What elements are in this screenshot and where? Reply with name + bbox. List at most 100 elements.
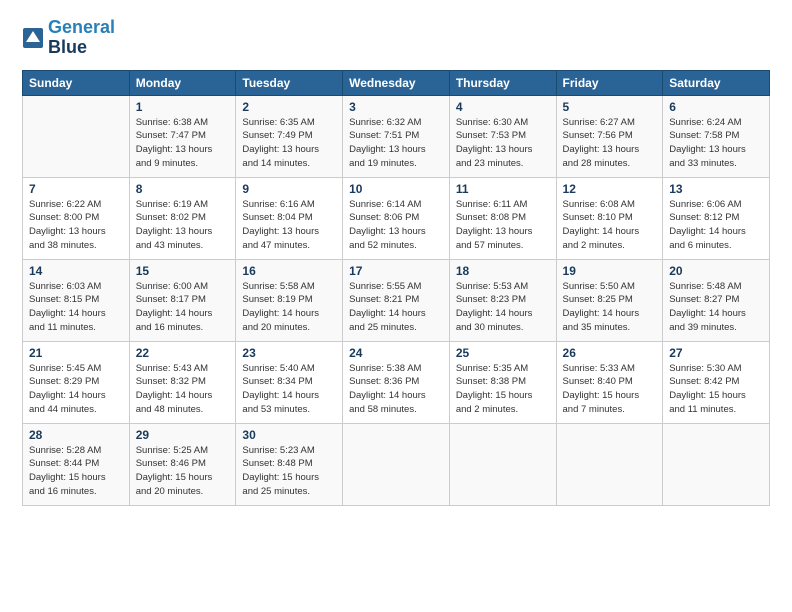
day-info: Sunrise: 5:23 AM Sunset: 8:48 PM Dayligh… bbox=[242, 444, 336, 499]
calendar-cell: 22 Sunrise: 5:43 AM Sunset: 8:32 PM Dayli… bbox=[129, 341, 236, 423]
day-info: Sunrise: 6:03 AM Sunset: 8:15 PM Dayligh… bbox=[29, 280, 123, 335]
calendar-cell: 14Sunrise: 6:03 AM Sunset: 8:15 PM Dayli… bbox=[23, 259, 130, 341]
day-info: Sunrise: 5:53 AM Sunset: 8:23 PM Dayligh… bbox=[456, 280, 550, 335]
calendar-cell: 12Sunrise: 6:08 AM Sunset: 8:10 PM Dayli… bbox=[556, 177, 663, 259]
week-row-1: 1 Sunrise: 6:38 AM Sunset: 7:47 PM Daylig… bbox=[23, 95, 770, 177]
day-number: 18 bbox=[456, 264, 550, 278]
week-row-3: 14Sunrise: 6:03 AM Sunset: 8:15 PM Dayli… bbox=[23, 259, 770, 341]
day-info: Sunrise: 5:43 AM Sunset: 8:32 PM Dayligh… bbox=[136, 362, 230, 417]
week-row-4: 21 Sunrise: 5:45 AM Sunset: 8:29 PM Dayli… bbox=[23, 341, 770, 423]
calendar-cell bbox=[663, 423, 770, 505]
calendar-cell bbox=[23, 95, 130, 177]
day-number: 16 bbox=[242, 264, 336, 278]
day-info: Sunrise: 6:19 AM Sunset: 8:02 PM Dayligh… bbox=[136, 198, 230, 253]
calendar-cell: 24 Sunrise: 5:38 AM Sunset: 8:36 PM Dayli… bbox=[343, 341, 450, 423]
calendar-cell: 6Sunrise: 6:24 AM Sunset: 7:58 PM Daylig… bbox=[663, 95, 770, 177]
day-number: 25 bbox=[456, 346, 550, 360]
calendar-cell: 26 Sunrise: 5:33 AM Sunset: 8:40 PM Dayli… bbox=[556, 341, 663, 423]
day-number: 17 bbox=[349, 264, 443, 278]
week-row-5: 28 Sunrise: 5:28 AM Sunset: 8:44 PM Dayli… bbox=[23, 423, 770, 505]
header: General Blue bbox=[22, 18, 770, 58]
day-info: Sunrise: 5:40 AM Sunset: 8:34 PM Dayligh… bbox=[242, 362, 336, 417]
calendar-cell: 13 Sunrise: 6:06 AM Sunset: 8:12 PM Dayli… bbox=[663, 177, 770, 259]
day-info: Sunrise: 5:33 AM Sunset: 8:40 PM Dayligh… bbox=[563, 362, 657, 417]
day-number: 6 bbox=[669, 100, 763, 114]
page: General Blue SundayMondayTuesdayWednesda… bbox=[0, 0, 792, 520]
day-number: 23 bbox=[242, 346, 336, 360]
day-info: Sunrise: 6:30 AM Sunset: 7:53 PM Dayligh… bbox=[456, 116, 550, 171]
day-info: Sunrise: 6:27 AM Sunset: 7:56 PM Dayligh… bbox=[563, 116, 657, 171]
day-info: Sunrise: 5:58 AM Sunset: 8:19 PM Dayligh… bbox=[242, 280, 336, 335]
calendar-cell: 17 Sunrise: 5:55 AM Sunset: 8:21 PM Dayli… bbox=[343, 259, 450, 341]
day-number: 21 bbox=[29, 346, 123, 360]
calendar-cell: 27 Sunrise: 5:30 AM Sunset: 8:42 PM Dayli… bbox=[663, 341, 770, 423]
day-number: 4 bbox=[456, 100, 550, 114]
day-info: Sunrise: 5:28 AM Sunset: 8:44 PM Dayligh… bbox=[29, 444, 123, 499]
calendar-cell bbox=[343, 423, 450, 505]
day-info: Sunrise: 6:32 AM Sunset: 7:51 PM Dayligh… bbox=[349, 116, 443, 171]
day-info: Sunrise: 6:22 AM Sunset: 8:00 PM Dayligh… bbox=[29, 198, 123, 253]
col-header-monday: Monday bbox=[129, 70, 236, 95]
day-info: Sunrise: 6:11 AM Sunset: 8:08 PM Dayligh… bbox=[456, 198, 550, 253]
day-number: 1 bbox=[136, 100, 230, 114]
col-header-wednesday: Wednesday bbox=[343, 70, 450, 95]
day-number: 2 bbox=[242, 100, 336, 114]
logo: General Blue bbox=[22, 18, 115, 58]
day-number: 29 bbox=[136, 428, 230, 442]
day-info: Sunrise: 6:38 AM Sunset: 7:47 PM Dayligh… bbox=[136, 116, 230, 171]
day-info: Sunrise: 5:48 AM Sunset: 8:27 PM Dayligh… bbox=[669, 280, 763, 335]
week-row-2: 7 Sunrise: 6:22 AM Sunset: 8:00 PM Daylig… bbox=[23, 177, 770, 259]
day-info: Sunrise: 6:35 AM Sunset: 7:49 PM Dayligh… bbox=[242, 116, 336, 171]
day-info: Sunrise: 6:08 AM Sunset: 8:10 PM Dayligh… bbox=[563, 198, 657, 253]
calendar-cell: 28 Sunrise: 5:28 AM Sunset: 8:44 PM Dayli… bbox=[23, 423, 130, 505]
day-number: 26 bbox=[563, 346, 657, 360]
calendar-cell: 3 Sunrise: 6:32 AM Sunset: 7:51 PM Daylig… bbox=[343, 95, 450, 177]
col-header-saturday: Saturday bbox=[663, 70, 770, 95]
day-info: Sunrise: 6:16 AM Sunset: 8:04 PM Dayligh… bbox=[242, 198, 336, 253]
day-info: Sunrise: 5:38 AM Sunset: 8:36 PM Dayligh… bbox=[349, 362, 443, 417]
day-number: 27 bbox=[669, 346, 763, 360]
day-number: 24 bbox=[349, 346, 443, 360]
calendar-cell: 11 Sunrise: 6:11 AM Sunset: 8:08 PM Dayli… bbox=[449, 177, 556, 259]
calendar-cell: 30Sunrise: 5:23 AM Sunset: 8:48 PM Dayli… bbox=[236, 423, 343, 505]
col-header-sunday: Sunday bbox=[23, 70, 130, 95]
day-info: Sunrise: 5:30 AM Sunset: 8:42 PM Dayligh… bbox=[669, 362, 763, 417]
day-info: Sunrise: 5:50 AM Sunset: 8:25 PM Dayligh… bbox=[563, 280, 657, 335]
col-header-tuesday: Tuesday bbox=[236, 70, 343, 95]
day-number: 11 bbox=[456, 182, 550, 196]
day-number: 22 bbox=[136, 346, 230, 360]
day-number: 3 bbox=[349, 100, 443, 114]
day-number: 10 bbox=[349, 182, 443, 196]
day-number: 15 bbox=[136, 264, 230, 278]
calendar-cell bbox=[556, 423, 663, 505]
calendar-cell: 20Sunrise: 5:48 AM Sunset: 8:27 PM Dayli… bbox=[663, 259, 770, 341]
day-info: Sunrise: 5:45 AM Sunset: 8:29 PM Dayligh… bbox=[29, 362, 123, 417]
calendar-cell: 1 Sunrise: 6:38 AM Sunset: 7:47 PM Daylig… bbox=[129, 95, 236, 177]
calendar-cell: 25 Sunrise: 5:35 AM Sunset: 8:38 PM Dayli… bbox=[449, 341, 556, 423]
calendar-cell: 4 Sunrise: 6:30 AM Sunset: 7:53 PM Daylig… bbox=[449, 95, 556, 177]
calendar-cell: 8 Sunrise: 6:19 AM Sunset: 8:02 PM Daylig… bbox=[129, 177, 236, 259]
calendar-cell: 7 Sunrise: 6:22 AM Sunset: 8:00 PM Daylig… bbox=[23, 177, 130, 259]
day-number: 7 bbox=[29, 182, 123, 196]
calendar-cell: 21 Sunrise: 5:45 AM Sunset: 8:29 PM Dayli… bbox=[23, 341, 130, 423]
day-info: Sunrise: 6:06 AM Sunset: 8:12 PM Dayligh… bbox=[669, 198, 763, 253]
day-info: Sunrise: 5:35 AM Sunset: 8:38 PM Dayligh… bbox=[456, 362, 550, 417]
day-number: 9 bbox=[242, 182, 336, 196]
day-number: 13 bbox=[669, 182, 763, 196]
logo-icon bbox=[22, 27, 44, 49]
calendar-cell: 29 Sunrise: 5:25 AM Sunset: 8:46 PM Dayli… bbox=[129, 423, 236, 505]
calendar-cell: 16 Sunrise: 5:58 AM Sunset: 8:19 PM Dayli… bbox=[236, 259, 343, 341]
calendar-cell: 2 Sunrise: 6:35 AM Sunset: 7:49 PM Daylig… bbox=[236, 95, 343, 177]
calendar-cell: 15Sunrise: 6:00 AM Sunset: 8:17 PM Dayli… bbox=[129, 259, 236, 341]
logo-text: General Blue bbox=[48, 18, 115, 58]
calendar-table: SundayMondayTuesdayWednesdayThursdayFrid… bbox=[22, 70, 770, 506]
calendar-cell: 9 Sunrise: 6:16 AM Sunset: 8:04 PM Daylig… bbox=[236, 177, 343, 259]
day-number: 8 bbox=[136, 182, 230, 196]
calendar-cell: 10Sunrise: 6:14 AM Sunset: 8:06 PM Dayli… bbox=[343, 177, 450, 259]
day-info: Sunrise: 5:55 AM Sunset: 8:21 PM Dayligh… bbox=[349, 280, 443, 335]
day-info: Sunrise: 5:25 AM Sunset: 8:46 PM Dayligh… bbox=[136, 444, 230, 499]
header-row: SundayMondayTuesdayWednesdayThursdayFrid… bbox=[23, 70, 770, 95]
calendar-cell: 23 Sunrise: 5:40 AM Sunset: 8:34 PM Dayli… bbox=[236, 341, 343, 423]
day-number: 28 bbox=[29, 428, 123, 442]
day-number: 5 bbox=[563, 100, 657, 114]
